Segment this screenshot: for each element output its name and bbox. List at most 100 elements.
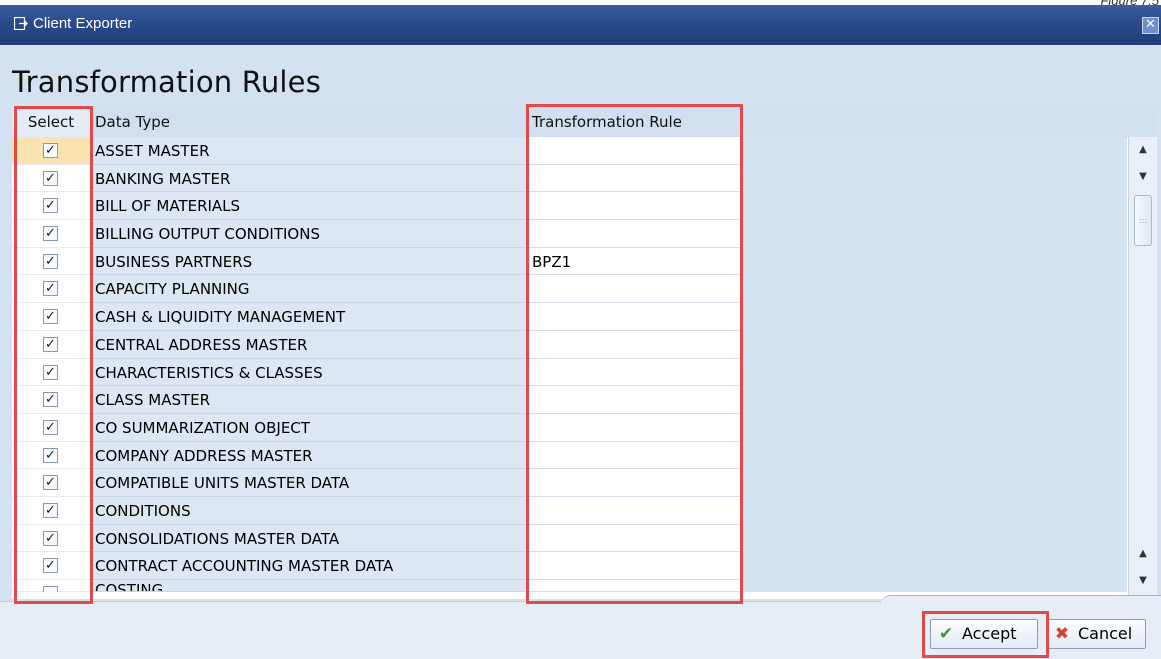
select-checkbox[interactable]: ✓: [43, 143, 58, 158]
select-checkbox[interactable]: ✓: [43, 502, 58, 518]
table-header: Select Data Type Transformation Rule: [12, 106, 1157, 137]
table-row[interactable]: ✓ BILLING OUTPUT CONDITIONS: [12, 220, 1127, 248]
select-cell[interactable]: ✓: [12, 496, 91, 525]
transformation-rule-input[interactable]: [528, 386, 741, 414]
select-checkbox[interactable]: ✓: [43, 309, 58, 325]
table-row[interactable]: ✓ BUSINESS PARTNERS BPZ1: [12, 247, 1127, 276]
check-icon: ✔: [938, 624, 954, 644]
select-cell[interactable]: ✓: [12, 137, 91, 165]
transformation-rule-input[interactable]: [528, 441, 741, 470]
table-row[interactable]: ✓ BANKING MASTER: [12, 164, 1127, 193]
select-cell[interactable]: ✓: [12, 164, 91, 193]
transformation-rule-input[interactable]: [528, 358, 741, 387]
scroll-page-up-icon[interactable]: ▲: [1135, 546, 1151, 562]
table-row[interactable]: ✓ ASSET MASTER: [12, 137, 1127, 165]
select-checkbox[interactable]: ✓: [43, 253, 58, 269]
transformation-rule-input[interactable]: [528, 330, 741, 359]
page-title: Transformation Rules: [12, 65, 322, 99]
transformation-rules-table: Select Data Type Transformation Rule ✓ A…: [12, 106, 1157, 599]
row-filler: [741, 303, 1127, 331]
transformation-rule-input[interactable]: [528, 275, 741, 304]
table-row[interactable]: ✓ CONDITIONS: [12, 496, 1127, 525]
transformation-rule-input[interactable]: BPZ1: [528, 247, 741, 276]
transformation-rule-input[interactable]: [528, 137, 741, 165]
cancel-button[interactable]: ✖ Cancel: [1046, 619, 1146, 649]
transformation-rule-input[interactable]: [528, 413, 741, 442]
transformation-rule-input[interactable]: [528, 192, 741, 221]
table-row[interactable]: ✓ COMPANY ADDRESS MASTER: [12, 441, 1127, 470]
scrollbar-thumb[interactable]: :::: [1134, 195, 1152, 246]
select-cell[interactable]: ✓: [12, 330, 91, 359]
transformation-rule-input[interactable]: [528, 469, 741, 497]
accept-button[interactable]: ✔ Accept: [930, 619, 1038, 649]
transformation-rule-input[interactable]: [528, 524, 741, 553]
table-row[interactable]: ✓ CONTRACT ACCOUNTING MASTER DATA: [12, 552, 1127, 580]
select-cell[interactable]: ✓: [12, 192, 91, 221]
select-checkbox[interactable]: ✓: [43, 198, 58, 214]
transformation-rule-input[interactable]: [528, 496, 741, 525]
data-type-cell: CO SUMMARIZATION OBJECT: [91, 413, 528, 442]
select-checkbox[interactable]: ✓: [43, 336, 58, 352]
select-checkbox[interactable]: ✓: [43, 281, 58, 297]
select-cell[interactable]: ✓: [12, 469, 91, 497]
transformation-rule-input[interactable]: [528, 552, 741, 580]
table-row[interactable]: ✓ CLASS MASTER: [12, 386, 1127, 414]
row-filler: [741, 164, 1127, 193]
select-checkbox[interactable]: ✓: [43, 530, 58, 546]
select-cell[interactable]: ✓: [12, 386, 91, 414]
scroll-page-down-icon[interactable]: ▼: [1135, 573, 1151, 589]
select-cell[interactable]: ✓: [12, 441, 91, 470]
table-row[interactable]: ✓ BILL OF MATERIALS: [12, 192, 1127, 221]
select-cell[interactable]: ✓: [12, 358, 91, 387]
data-type-cell: CLASS MASTER: [91, 386, 528, 414]
select-cell[interactable]: [12, 580, 91, 592]
select-cell[interactable]: ✓: [12, 524, 91, 553]
table-row[interactable]: ✓ COMPATIBLE UNITS MASTER DATA: [12, 469, 1127, 497]
table-row[interactable]: COSTING: [12, 580, 1127, 592]
column-header-transformation-rule[interactable]: Transformation Rule: [528, 106, 741, 137]
transformation-rule-input[interactable]: [528, 580, 741, 592]
select-checkbox[interactable]: ✓: [43, 419, 58, 435]
table-row[interactable]: ✓ CHARACTERISTICS & CLASSES: [12, 358, 1127, 387]
select-checkbox[interactable]: ✓: [43, 475, 58, 491]
row-filler: [741, 413, 1127, 442]
data-type-cell: COMPATIBLE UNITS MASTER DATA: [91, 469, 528, 497]
row-filler: [741, 496, 1127, 525]
select-checkbox[interactable]: [43, 586, 58, 592]
transformation-rule-input[interactable]: [528, 164, 741, 193]
close-icon: ✕: [1145, 17, 1156, 32]
select-cell[interactable]: ✓: [12, 247, 91, 276]
table-row[interactable]: ✓ CENTRAL ADDRESS MASTER: [12, 330, 1127, 359]
row-filler: [741, 137, 1127, 165]
row-filler: [741, 580, 1127, 592]
select-checkbox[interactable]: ✓: [43, 392, 58, 408]
scroll-down-icon[interactable]: ▼: [1135, 169, 1151, 185]
table-row[interactable]: ✓ CO SUMMARIZATION OBJECT: [12, 413, 1127, 442]
close-window-button[interactable]: ✕: [1142, 17, 1159, 34]
table-row[interactable]: ✓ CONSOLIDATIONS MASTER DATA: [12, 524, 1127, 553]
data-type-cell: BUSINESS PARTNERS: [91, 247, 528, 276]
select-checkbox[interactable]: ✓: [43, 558, 58, 574]
select-checkbox[interactable]: ✓: [43, 364, 58, 380]
select-cell[interactable]: ✓: [12, 275, 91, 304]
data-type-cell: CONTRACT ACCOUNTING MASTER DATA: [91, 552, 528, 580]
select-cell[interactable]: ✓: [12, 552, 91, 580]
scroll-up-icon[interactable]: ▲: [1135, 142, 1151, 158]
column-header-select[interactable]: Select: [12, 106, 91, 137]
row-filler: [741, 552, 1127, 580]
table-body: ✓ ASSET MASTER ✓ BANKING MASTER ✓ BILL O…: [12, 137, 1127, 592]
select-cell[interactable]: ✓: [12, 413, 91, 442]
row-filler: [741, 469, 1127, 497]
select-checkbox[interactable]: ✓: [43, 170, 58, 186]
table-row[interactable]: ✓ CAPACITY PLANNING: [12, 275, 1127, 304]
select-checkbox[interactable]: ✓: [43, 226, 58, 242]
select-checkbox[interactable]: ✓: [43, 447, 58, 463]
transformation-rule-input[interactable]: [528, 220, 741, 248]
column-header-data-type[interactable]: Data Type: [91, 106, 528, 137]
table-row[interactable]: ✓ CASH & LIQUIDITY MANAGEMENT: [12, 303, 1127, 331]
data-type-cell: BANKING MASTER: [91, 164, 528, 193]
transformation-rule-input[interactable]: [528, 303, 741, 331]
vertical-scrollbar[interactable]: ▲ ▼ ::: ▲ ▼: [1128, 137, 1157, 599]
select-cell[interactable]: ✓: [12, 303, 91, 331]
select-cell[interactable]: ✓: [12, 220, 91, 248]
